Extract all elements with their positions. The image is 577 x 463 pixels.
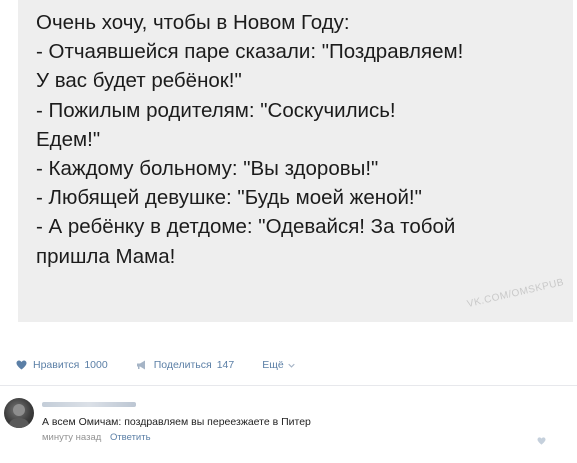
comment-text: А всем Омичам: поздравляем вы переезжает… xyxy=(42,416,311,428)
more-button[interactable]: Ещё xyxy=(262,359,295,371)
post-text-line: Очень хочу, чтобы в Новом Году: xyxy=(36,11,350,34)
post-image[interactable]: Очень хочу, чтобы в Новом Году: - Отчаяв… xyxy=(18,0,573,322)
chevron-down-icon xyxy=(288,363,295,368)
post-text-line: - Каждому больному: "Вы здоровы!" xyxy=(36,157,379,181)
post-text-line: Едем!" xyxy=(36,127,101,151)
post-actions: Нравится 1000 Поделиться 147 Ещё xyxy=(16,356,323,374)
like-count: 1000 xyxy=(84,359,108,371)
comment-meta: минуту назад Ответить xyxy=(42,432,151,443)
like-label: Нравится xyxy=(33,359,80,371)
comment-time[interactable]: минуту назад xyxy=(42,432,101,443)
avatar[interactable] xyxy=(4,398,34,428)
share-button[interactable]: Поделиться 147 xyxy=(136,359,235,371)
watermark: VK.COM/OMSKPUB xyxy=(466,276,566,311)
post-text-line: - Пожилым родителям: "Соскучились! xyxy=(36,98,396,122)
divider xyxy=(0,385,577,386)
comment-author-name[interactable] xyxy=(42,402,136,407)
comment-like-button[interactable] xyxy=(537,432,546,450)
megaphone-icon xyxy=(136,360,148,370)
post-text-line: - А ребёнку в детдоме: "Одевайся! За тоб… xyxy=(36,215,456,239)
post-text-line: пришла Мама! xyxy=(36,244,176,268)
post-text-line: У вас будет ребёнок!" xyxy=(36,69,242,93)
more-label: Ещё xyxy=(262,359,284,371)
reply-button[interactable]: Ответить xyxy=(110,432,151,443)
post-text-line: - Любящей девушке: "Будь моей женой!" xyxy=(36,186,422,210)
share-count: 147 xyxy=(216,359,235,371)
like-button[interactable]: Нравится 1000 xyxy=(16,359,108,371)
heart-icon xyxy=(16,360,27,370)
post-text: Очень хочу, чтобы в Новом Году: - Отчаяв… xyxy=(36,8,566,271)
heart-icon xyxy=(537,432,546,450)
share-label: Поделиться xyxy=(153,359,212,371)
post-text-line: - Отчаявшейся паре сказали: "Поздравляем… xyxy=(36,40,464,64)
